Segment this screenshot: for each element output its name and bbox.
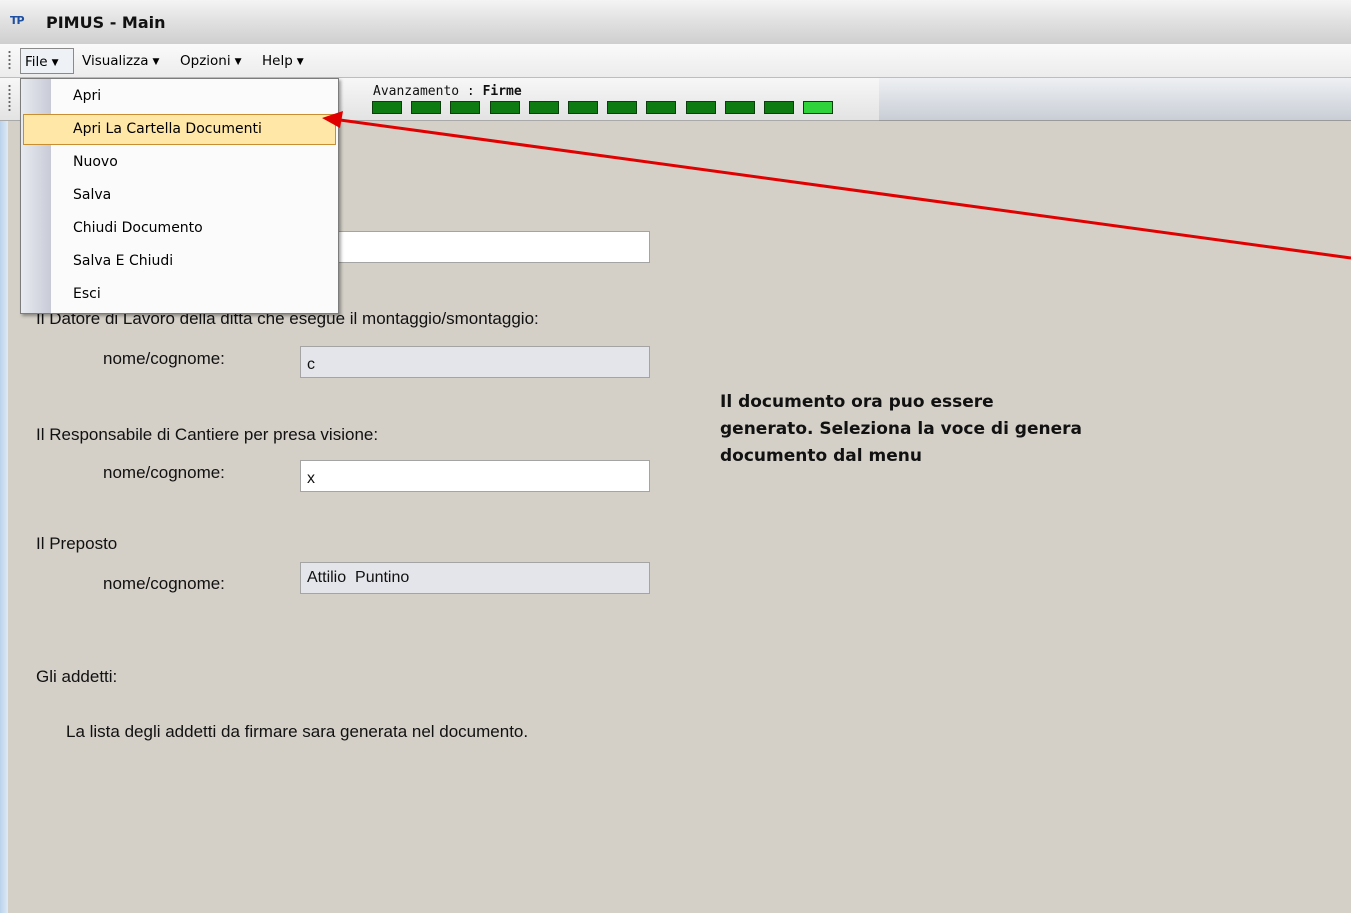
- toolbar-fill: [879, 78, 1351, 121]
- progress-segment: [764, 101, 794, 114]
- progress-segment: [724, 101, 755, 114]
- preposto-name-label: nome/cognome:: [103, 574, 225, 593]
- progress-segment: [489, 101, 520, 114]
- progress-segment: [646, 101, 677, 114]
- progress-stage: Firme: [482, 84, 522, 99]
- addetti-heading: Gli addetti:: [36, 667, 118, 686]
- menu-help-label: Help: [262, 53, 293, 69]
- window-title: PIMUS - Main: [46, 13, 166, 32]
- menu-visualizza[interactable]: Visualizza ▼: [78, 48, 163, 74]
- menu-item-esci[interactable]: Esci: [23, 279, 336, 310]
- responsabile-name-field[interactable]: x: [300, 460, 650, 492]
- file-dropdown-menu: Apri Apri La Cartella Documenti Nuovo Sa…: [20, 78, 339, 314]
- title-bar: TP PIMUS - Main: [0, 0, 1351, 45]
- menu-file-label: File: [25, 54, 48, 70]
- datore-name-field[interactable]: c: [300, 346, 650, 378]
- menu-item-apri[interactable]: Apri: [23, 81, 336, 112]
- document-title-field[interactable]: [300, 231, 650, 263]
- preposto-name-field[interactable]: Attilio Puntino: [300, 562, 650, 594]
- menu-opzioni[interactable]: Opzioni ▼: [176, 48, 246, 74]
- progress-prefix: Avanzamento :: [373, 84, 483, 99]
- chevron-down-icon: ▼: [51, 58, 59, 68]
- responsabile-heading: Il Responsabile di Cantiere per presa vi…: [36, 425, 379, 444]
- menu-item-apri-cartella-documenti[interactable]: Apri La Cartella Documenti: [23, 114, 336, 145]
- progress-segment: [372, 101, 402, 114]
- menu-item-chiudi-documento[interactable]: Chiudi Documento: [23, 213, 336, 244]
- datore-name-label: nome/cognome:: [103, 349, 225, 368]
- progress-segment: [411, 101, 442, 114]
- info-message: Il documento ora puo essere generato. Se…: [720, 389, 1180, 470]
- info-line-2: generato. Seleziona la voce di genera: [720, 419, 1082, 439]
- menu-opzioni-label: Opzioni: [180, 53, 231, 69]
- window-left-edge: [0, 0, 8, 913]
- progress-segment: [685, 101, 716, 114]
- chevron-down-icon: ▼: [152, 57, 160, 67]
- progress-segment: [528, 101, 559, 114]
- progress-segment: [450, 101, 481, 114]
- menubar-grip-icon[interactable]: [8, 50, 11, 70]
- menu-item-salva-e-chiudi[interactable]: Salva E Chiudi: [23, 246, 336, 277]
- progress-segment: [568, 101, 598, 114]
- app-icon: TP: [10, 14, 25, 27]
- toolbar-grip-icon[interactable]: [8, 84, 11, 112]
- menu-item-nuovo[interactable]: Nuovo: [23, 147, 336, 178]
- addetti-text: La lista degli addetti da firmare sara g…: [66, 722, 529, 741]
- menu-item-salva[interactable]: Salva: [23, 180, 336, 211]
- menu-help[interactable]: Help ▼: [258, 48, 308, 74]
- chevron-down-icon: ▼: [234, 57, 242, 67]
- menu-visualizza-label: Visualizza: [82, 53, 149, 69]
- progress-segment: [803, 101, 834, 114]
- info-line-1: Il documento ora puo essere: [720, 392, 994, 412]
- menu-file[interactable]: File ▼: [20, 48, 74, 74]
- info-line-3: documento dal menu: [720, 446, 922, 466]
- responsabile-name-label: nome/cognome:: [103, 463, 225, 482]
- progress-label: Avanzamento : Firme: [373, 84, 522, 99]
- preposto-heading: Il Preposto: [36, 534, 118, 553]
- chevron-down-icon: ▼: [296, 57, 304, 67]
- progress-segment: [607, 101, 638, 114]
